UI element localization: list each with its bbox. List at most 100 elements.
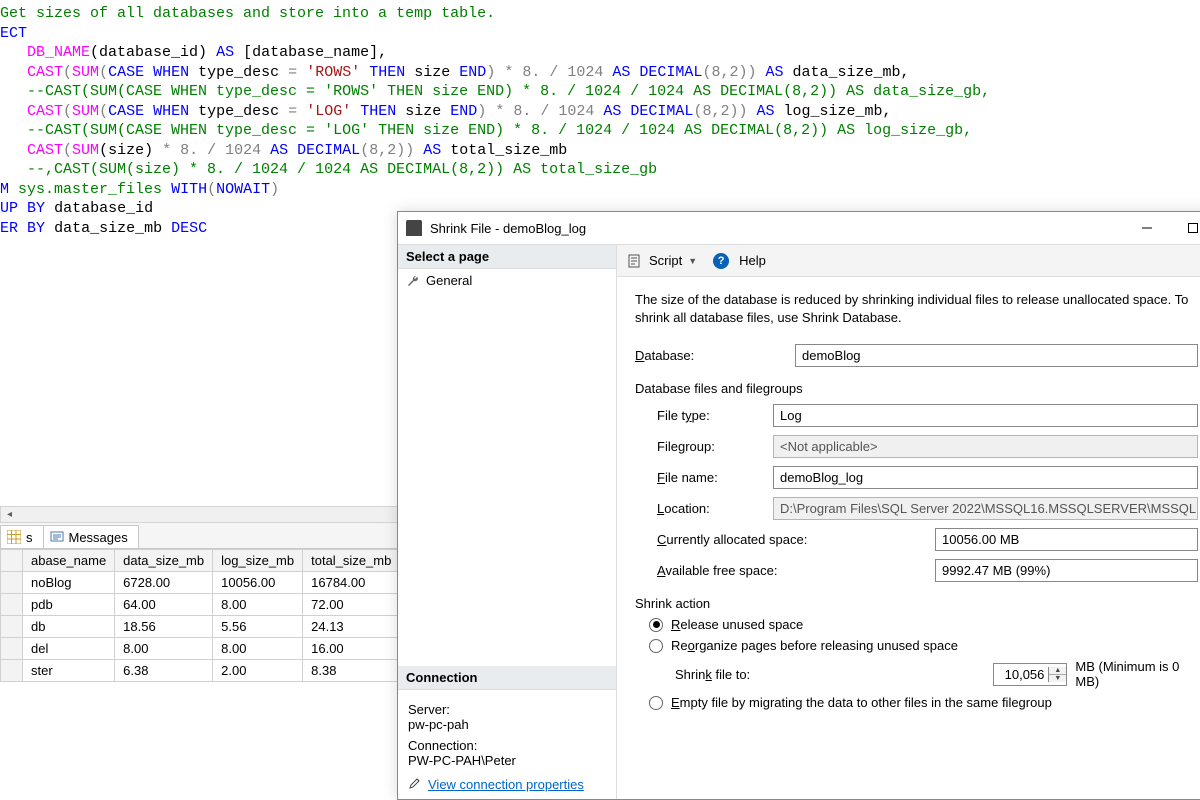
available-field: 9992.47 MB (99%) [935,559,1198,582]
tab-messages[interactable]: Messages [44,525,139,548]
radio-icon [649,639,663,653]
grid-icon [7,530,21,544]
grid-cell[interactable]: noBlog [23,572,115,594]
horizontal-scrollbar[interactable]: ◂ [0,506,430,523]
page-general[interactable]: General [398,269,616,292]
row-header[interactable] [1,594,23,616]
location-field: D:\Program Files\SQL Server 2022\MSSQL16… [773,497,1198,520]
spinner-down-icon[interactable]: ▼ [1049,675,1066,682]
spinner-up-icon[interactable]: ▲ [1049,667,1066,675]
properties-icon [408,776,422,793]
database-field[interactable]: demoBlog [795,344,1198,367]
filegroup-field: <Not applicable> [773,435,1198,458]
scroll-left-icon[interactable]: ◂ [1,507,18,522]
script-icon [627,253,643,269]
grid-cell[interactable]: 72.00 [303,594,400,616]
col-header[interactable]: abase_name [23,550,115,572]
tab-results-label: s [26,530,33,545]
grid-cell[interactable]: 24.13 [303,616,400,638]
shrink-to-spinner[interactable]: 10,056 ▲ ▼ [993,663,1068,686]
tab-results[interactable]: s [0,525,44,548]
results-tabs: s Messages [0,523,430,549]
grid-corner[interactable] [1,550,23,572]
table-row[interactable]: db18.565.5624.13 [1,616,400,638]
grid-cell[interactable]: 8.38 [303,660,400,682]
grid-cell[interactable]: 10056.00 [213,572,303,594]
select-page-header: Select a page [398,245,616,269]
sql-comment: Get sizes of all databases and store int… [0,5,495,22]
row-header[interactable] [1,616,23,638]
row-header[interactable] [1,660,23,682]
connection-header: Connection [398,666,616,690]
col-header[interactable]: data_size_mb [115,550,213,572]
help-icon: ? [713,253,729,269]
grid-cell[interactable]: 5.56 [213,616,303,638]
shrink-to-value: 10,056 [994,667,1049,682]
grid-cell[interactable]: 8.00 [213,594,303,616]
filetype-field[interactable]: Log [773,404,1198,427]
database-icon [406,220,422,236]
allocated-field: 10056.00 MB [935,528,1198,551]
grid-cell[interactable]: pdb [23,594,115,616]
table-row[interactable]: ster6.382.008.38 [1,660,400,682]
script-dropdown-icon[interactable]: ▼ [688,256,697,266]
grid-cell[interactable]: 8.00 [213,638,303,660]
shrink-to-unit: MB (Minimum is 0 MB) [1075,659,1198,689]
dialog-toolbar: Script ▼ ? Help [617,245,1200,277]
filename-label: File name: [635,470,763,485]
files-section-title: Database files and filegroups [635,381,1198,396]
grid-cell[interactable]: 6728.00 [115,572,213,594]
description-text: The size of the database is reduced by s… [635,291,1198,326]
available-label: Available free space: [635,563,925,578]
minimize-button[interactable] [1124,213,1170,243]
grid-cell[interactable]: del [23,638,115,660]
sql-editor[interactable]: Get sizes of all databases and store int… [0,0,1200,238]
filegroup-label: Filegroup: [635,439,763,454]
left-pane: Select a page General Connection Server:… [398,245,617,799]
dialog-title: Shrink File - demoBlog_log [430,221,586,236]
table-row[interactable]: pdb64.008.0072.00 [1,594,400,616]
server-label: Server: [408,702,606,717]
titlebar[interactable]: Shrink File - demoBlog_log [398,212,1200,244]
results-grid[interactable]: abase_name data_size_mb log_size_mb tota… [0,549,400,682]
table-row[interactable]: noBlog6728.0010056.0016784.00 [1,572,400,594]
grid-cell[interactable]: 18.56 [115,616,213,638]
help-button[interactable]: Help [739,253,766,268]
grid-cell[interactable]: 6.38 [115,660,213,682]
page-general-label: General [426,273,472,288]
option-release-unused[interactable]: Release unused space [649,617,1198,632]
connection-label: Connection: [408,738,606,753]
table-row[interactable]: del8.008.0016.00 [1,638,400,660]
option-reorganize[interactable]: Reorganize pages before releasing unused… [649,638,1198,653]
row-header[interactable] [1,572,23,594]
location-label: Location: [635,501,763,516]
grid-cell[interactable]: 8.00 [115,638,213,660]
shrink-action-title: Shrink action [635,596,1198,611]
radio-icon [649,696,663,710]
server-value: pw-pc-pah [408,717,606,732]
script-button[interactable]: Script [649,253,682,268]
filetype-label: File type: [635,408,763,423]
wrench-icon [406,274,420,288]
grid-cell[interactable]: 16784.00 [303,572,400,594]
col-header[interactable]: log_size_mb [213,550,303,572]
shrink-file-dialog: Shrink File - demoBlog_log Select a page… [397,211,1200,800]
maximize-button[interactable] [1170,213,1200,243]
right-pane: Script ▼ ? Help The size of the database… [617,245,1200,799]
row-header[interactable] [1,638,23,660]
shrink-to-label: Shrink file to: [675,667,985,682]
database-label: Database: [635,348,785,363]
col-header[interactable]: total_size_mb [303,550,400,572]
grid-cell[interactable]: 64.00 [115,594,213,616]
option-empty-file[interactable]: Empty file by migrating the data to othe… [649,695,1198,710]
grid-cell[interactable]: 2.00 [213,660,303,682]
connection-value: PW-PC-PAH\Peter [408,753,606,768]
filename-field[interactable]: demoBlog_log [773,466,1198,489]
view-connection-properties-link[interactable]: View connection properties [408,776,606,793]
tab-messages-label: Messages [69,530,128,545]
grid-cell[interactable]: 16.00 [303,638,400,660]
radio-icon [649,618,663,632]
grid-cell[interactable]: ster [23,660,115,682]
allocated-label: Currently allocated space: [635,532,925,547]
grid-cell[interactable]: db [23,616,115,638]
